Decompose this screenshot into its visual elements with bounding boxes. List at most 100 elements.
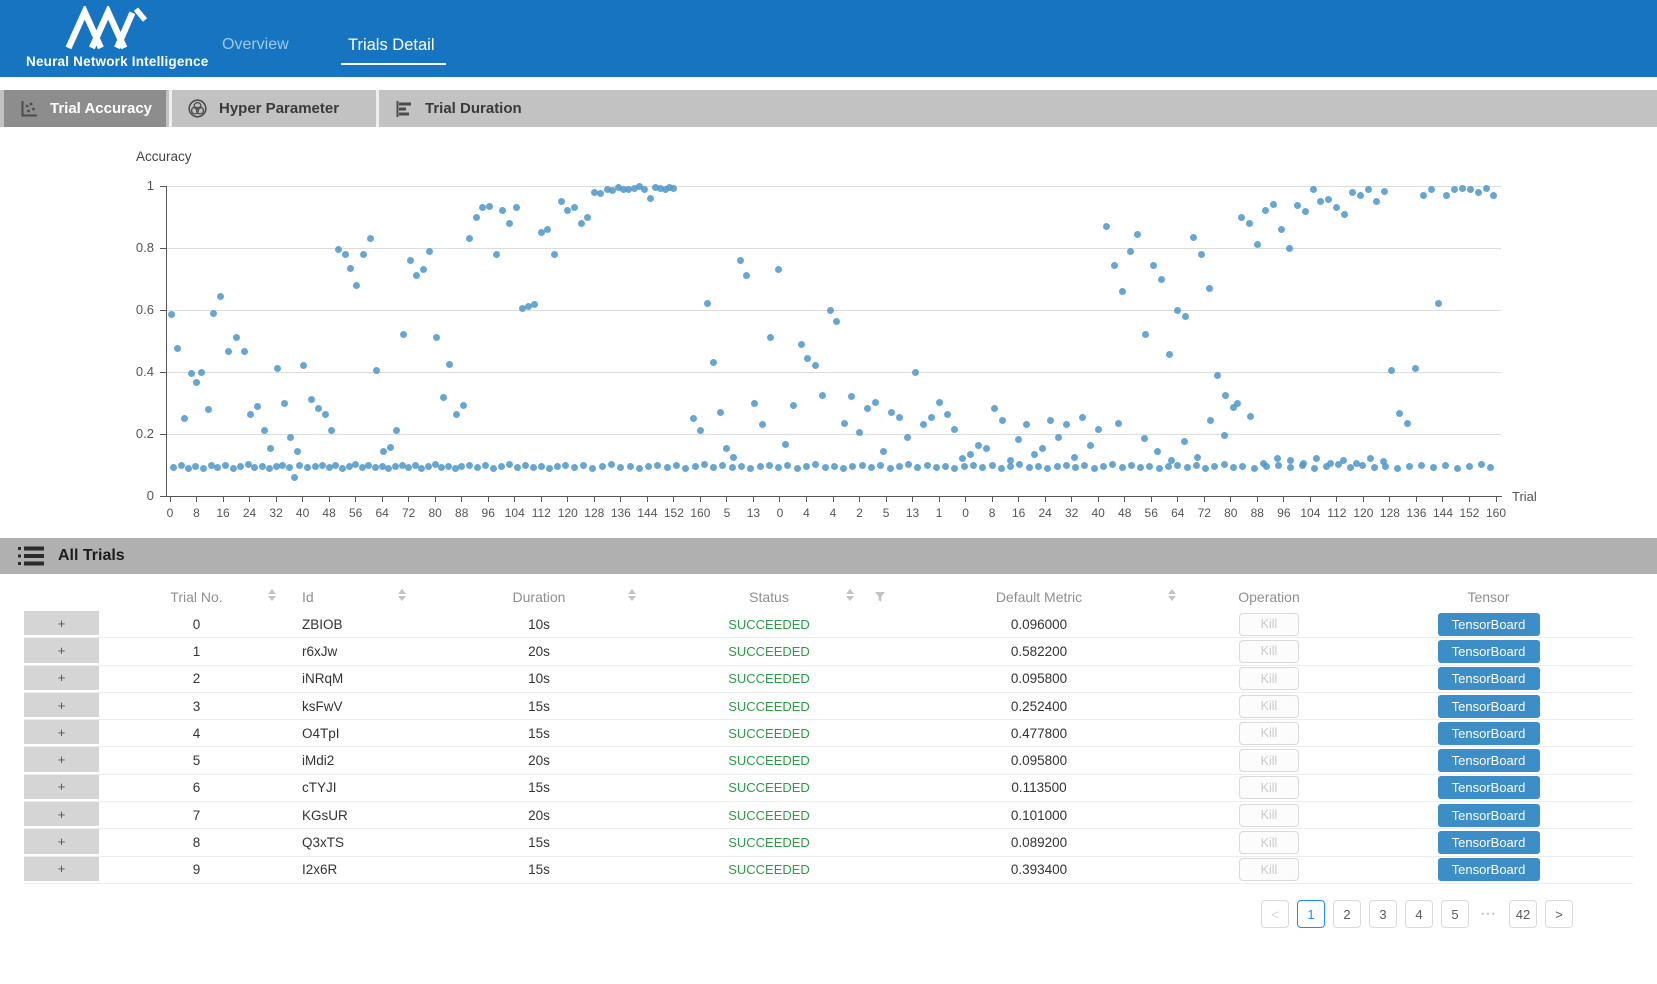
header-spacer [24,582,99,611]
scatter-point [905,461,912,468]
scatter-point [237,463,244,470]
cell-status: SUCCEEDED [654,638,884,664]
scatter-point [380,448,387,455]
scatter-point [757,463,764,470]
scatter-point [766,462,773,469]
x-tick-mark [1098,497,1099,502]
kill-button[interactable]: Kill [1239,804,1299,827]
next-page-button chevron-right-icon[interactable]: > [1545,900,1573,928]
scatter-point [558,198,565,205]
cell-default-metric: 0.252400 [884,693,1194,719]
kill-button[interactable]: Kill [1239,749,1299,772]
scatter-point [1095,426,1102,433]
scatter-point [1299,462,1306,469]
kill-button[interactable]: Kill [1239,695,1299,718]
scatter-point [499,207,506,214]
sort-carets-icon[interactable] [398,589,406,601]
scatter-point [936,399,943,406]
tensorboard-button[interactable]: TensorBoard [1438,831,1540,854]
scatter-point [473,214,480,221]
chart-subtabs: Trial Accuracy Hyper Parameter Trial Dur… [0,90,1657,127]
tensorboard-button[interactable]: TensorBoard [1438,613,1540,636]
sort-carets-icon[interactable] [846,589,854,601]
scatter-point [1404,420,1411,427]
page-button-3[interactable]: 3 [1369,900,1397,928]
scatter-point [692,463,699,470]
scatter-point [912,369,919,376]
scatter-point [181,415,188,422]
scatter-point [812,461,819,468]
cell-operation: Kill [1194,638,1344,664]
scatter-point [1206,285,1213,292]
row-expander-button[interactable]: + [24,775,99,801]
cell-duration: 20s [424,638,654,664]
scatter-point [1230,464,1237,471]
subtab-trial-accuracy[interactable]: Trial Accuracy [4,90,166,127]
y-tick-mark [160,434,166,435]
tensorboard-button[interactable]: TensorBoard [1438,722,1540,745]
scatter-point [486,203,493,210]
scatter-point [737,257,744,264]
table-row: +0ZBIOB10sSUCCEEDED0.096000KillTensorBoa… [24,611,1633,638]
tensorboard-button[interactable]: TensorBoard [1438,749,1540,772]
row-expander-button[interactable]: + [24,720,99,746]
tab-trials-detail[interactable]: Trials Detail [348,36,435,55]
page-ellipsis[interactable]: ••• [1477,909,1501,919]
scatter-point [287,434,294,441]
scatter-point [717,409,724,416]
sort-carets-icon[interactable] [1168,589,1176,601]
y-tick-mark [160,248,166,249]
scatter-point [999,417,1006,424]
tensorboard-button[interactable]: TensorBoard [1438,695,1540,718]
kill-button[interactable]: Kill [1239,640,1299,663]
tab-overview[interactable]: Overview [222,36,289,54]
row-expander-button[interactable]: + [24,802,99,828]
row-expander-button[interactable]: + [24,693,99,719]
row-expander-button[interactable]: + [24,666,99,692]
kill-button[interactable]: Kill [1239,858,1299,881]
tensorboard-button[interactable]: TensorBoard [1438,640,1540,663]
cell-duration: 15s [424,720,654,746]
x-tick-mark [673,497,674,502]
scatter-point [747,465,754,472]
page-button-2[interactable]: 2 [1333,900,1361,928]
row-expander-button[interactable]: + [24,638,99,664]
scatter-point [597,190,604,197]
page-button-1[interactable]: 1 [1297,900,1325,928]
scatter-point [1174,462,1181,469]
scatter-point [1154,448,1161,455]
prev-page-button chevron-left-icon[interactable]: < [1261,900,1289,928]
kill-button[interactable]: Kill [1239,776,1299,799]
kill-button[interactable]: Kill [1239,722,1299,745]
row-expander-button[interactable]: + [24,611,99,637]
scatter-point [1263,463,1270,470]
kill-button[interactable]: Kill [1239,831,1299,854]
tensorboard-button[interactable]: TensorBoard [1438,804,1540,827]
sort-carets-icon[interactable] [628,589,636,601]
page-button-4[interactable]: 4 [1405,900,1433,928]
sort-carets-icon[interactable] [268,589,276,601]
page-button-5[interactable]: 5 [1441,900,1469,928]
scatter-point [1313,455,1320,462]
subtab-hyper-parameter[interactable]: Hyper Parameter [169,90,373,127]
scatter-point [1015,436,1022,443]
scatter-point [1214,372,1221,379]
scatter-point [420,266,427,273]
row-expander-button[interactable]: + [24,829,99,855]
scatter-point [1044,465,1051,472]
scatter-point [664,464,671,471]
page-button-42[interactable]: 42 [1509,900,1537,928]
kill-button[interactable]: Kill [1239,667,1299,690]
scatter-point [205,406,212,413]
scatter-point [1435,300,1442,307]
scatter-point [1373,198,1380,205]
row-expander-button[interactable]: + [24,747,99,773]
scatter-point [1246,220,1253,227]
subtab-trial-duration[interactable]: Trial Duration [376,90,542,127]
kill-button[interactable]: Kill [1239,613,1299,636]
tensorboard-button[interactable]: TensorBoard [1438,776,1540,799]
row-expander-button[interactable]: + [24,857,99,883]
tensorboard-button[interactable]: TensorBoard [1438,667,1540,690]
tensorboard-button[interactable]: TensorBoard [1438,858,1540,881]
caret-up-icon [268,589,276,594]
